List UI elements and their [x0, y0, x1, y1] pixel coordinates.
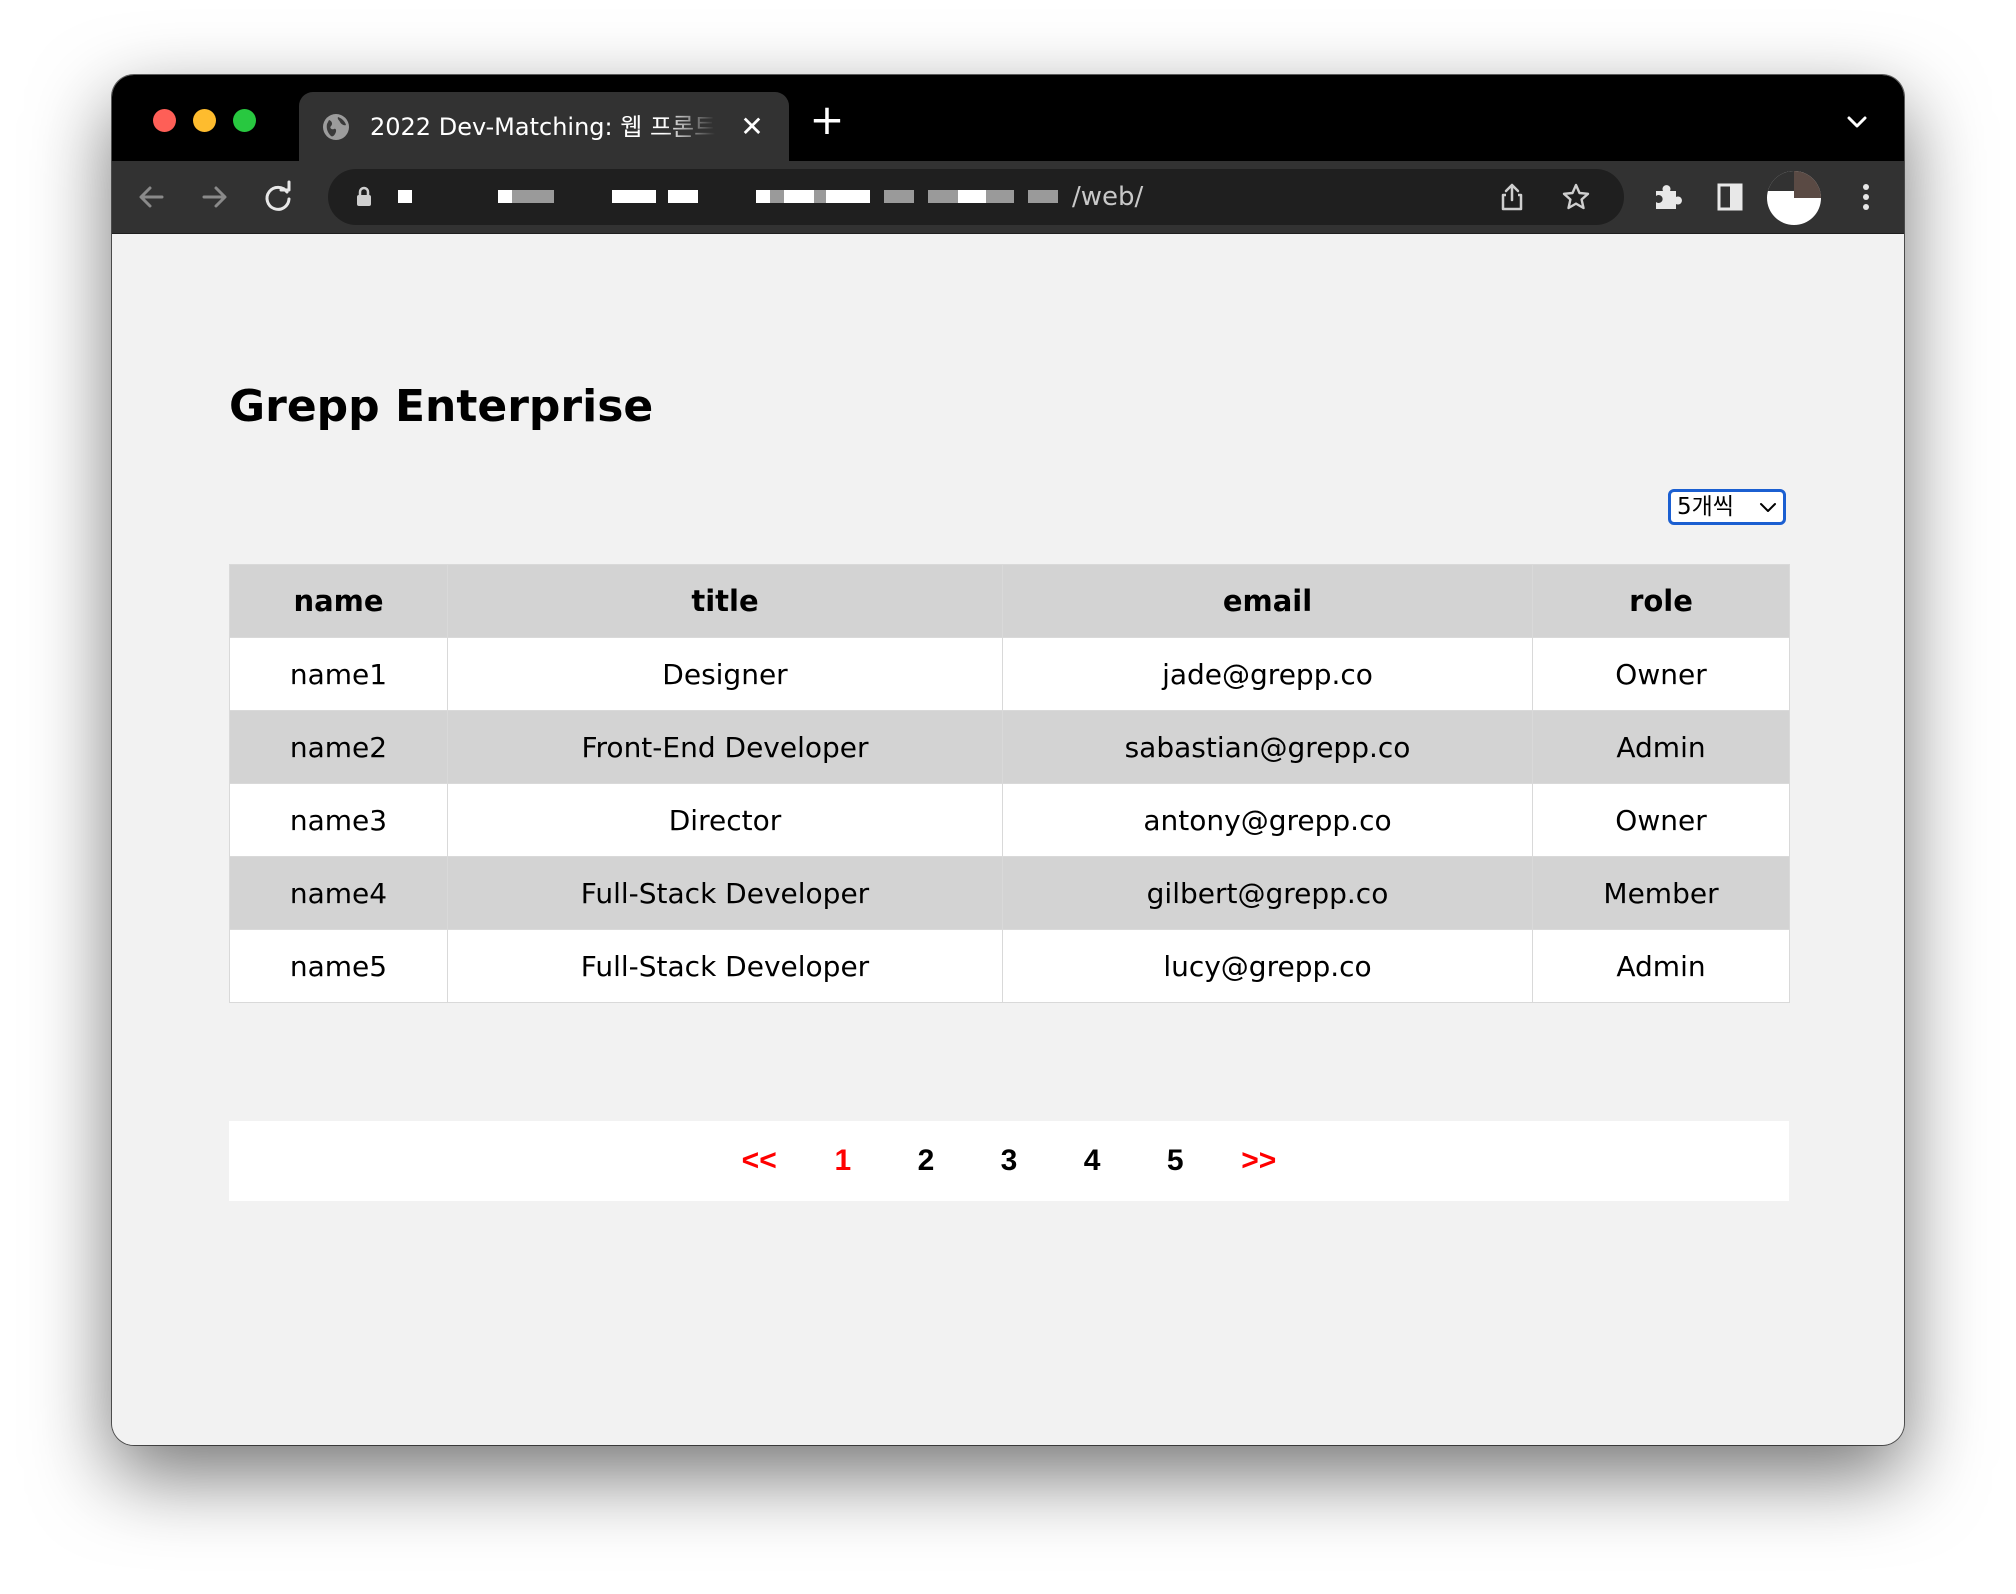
extensions-puzzle-icon[interactable]: [1646, 175, 1690, 219]
table-row: name5 Full-Stack Developer lucy@grepp.co…: [229, 929, 1790, 1003]
pagination-page-3[interactable]: 3: [992, 1121, 1026, 1201]
cell-email: antony@grepp.co: [1002, 783, 1533, 857]
redacted-url-segment: [668, 190, 698, 203]
cell-name: name1: [229, 637, 448, 711]
pagination-prev-button[interactable]: <<: [742, 1121, 777, 1201]
column-header-email: email: [1002, 564, 1533, 638]
table-row: name1 Designer jade@grepp.co Owner: [229, 637, 1790, 711]
redacted-url-segment: [884, 190, 914, 203]
pagination-page-1[interactable]: 1: [826, 1121, 860, 1201]
redacted-url-segment: [512, 190, 554, 203]
close-window-button[interactable]: [153, 109, 176, 132]
table-row: name2 Front-End Developer sabastian@grep…: [229, 710, 1790, 784]
cell-role: Admin: [1532, 929, 1790, 1003]
cell-email: gilbert@grepp.co: [1002, 856, 1533, 930]
cell-title: Designer: [447, 637, 1003, 711]
redacted-url-segment: [398, 190, 412, 203]
more-menu-icon[interactable]: [1844, 175, 1888, 219]
cell-role: Owner: [1532, 637, 1790, 711]
redacted-url-segment: [1028, 190, 1058, 203]
pagination-next-button[interactable]: >>: [1241, 1121, 1276, 1201]
cell-email: jade@grepp.co: [1002, 637, 1533, 711]
new-tab-button[interactable]: +: [802, 95, 852, 145]
lock-icon[interactable]: [350, 183, 378, 211]
forward-arrow-icon[interactable]: [192, 175, 236, 219]
cell-name: name3: [229, 783, 448, 857]
tab-close-icon[interactable]: ✕: [735, 110, 769, 144]
redacted-url-segment: [770, 190, 784, 203]
url-path: /web/: [1072, 182, 1144, 212]
redacted-url-segment: [756, 190, 770, 203]
side-panel-icon[interactable]: [1708, 175, 1752, 219]
chevron-down-icon: [1760, 503, 1776, 512]
redacted-url-segment: [826, 190, 870, 203]
redacted-url-segment: [928, 190, 958, 203]
cell-email: lucy@grepp.co: [1002, 929, 1533, 1003]
members-table: name title email role name1 Designer jad…: [229, 564, 1790, 1003]
cell-title: Full-Stack Developer: [447, 929, 1003, 1003]
redacted-url-segment: [784, 190, 814, 203]
cell-title: Director: [447, 783, 1003, 857]
reload-icon[interactable]: [256, 175, 300, 219]
table-row: name4 Full-Stack Developer gilbert@grepp…: [229, 856, 1790, 930]
cell-title: Full-Stack Developer: [447, 856, 1003, 930]
cell-role: Admin: [1532, 710, 1790, 784]
back-arrow-icon[interactable]: [130, 175, 174, 219]
pagination-page-4[interactable]: 4: [1075, 1121, 1109, 1201]
pagination: << 1 2 3 4 5 >>: [229, 1121, 1789, 1201]
address-bar[interactable]: /web/: [328, 169, 1624, 225]
share-icon[interactable]: [1496, 181, 1528, 213]
cell-role: Owner: [1532, 783, 1790, 857]
column-header-role: role: [1532, 564, 1790, 638]
minimize-window-button[interactable]: [193, 109, 216, 132]
cell-name: name2: [229, 710, 448, 784]
cell-role: Member: [1532, 856, 1790, 930]
cell-name: name5: [229, 929, 448, 1003]
redacted-url-segment: [986, 190, 1014, 203]
per-page-select[interactable]: 5개씩: [1668, 489, 1786, 525]
per-page-select-value: 5개씩: [1677, 494, 1734, 520]
table-row: name3 Director antony@grepp.co Owner: [229, 783, 1790, 857]
browser-toolbar: /web/: [112, 161, 1904, 234]
redacted-url-segment: [612, 190, 656, 203]
column-header-name: name: [229, 564, 448, 638]
chevron-down-icon[interactable]: [1840, 105, 1874, 139]
tab-title: 2022 Dev-Matching: 웹 프론트엔드: [370, 113, 715, 141]
browser-window: 2022 Dev-Matching: 웹 프론트엔드 ✕ +: [112, 75, 1904, 1445]
pagination-controls: << 1 2 3 4 5 >>: [229, 1121, 1789, 1201]
table-header-row: name title email role: [229, 564, 1790, 638]
globe-icon: [323, 114, 349, 140]
column-header-title: title: [447, 564, 1003, 638]
cell-title: Front-End Developer: [447, 710, 1003, 784]
bookmark-star-icon[interactable]: [1560, 181, 1592, 213]
page-title: Grepp Enterprise: [229, 381, 654, 432]
profile-avatar[interactable]: [1767, 171, 1821, 225]
redacted-url-segment: [958, 190, 986, 203]
cell-name: name4: [229, 856, 448, 930]
cell-email: sabastian@grepp.co: [1002, 710, 1533, 784]
tab-bar: 2022 Dev-Matching: 웹 프론트엔드 ✕ +: [112, 75, 1904, 161]
web-page: Grepp Enterprise 5개씩 name title email ro…: [112, 234, 1904, 1445]
avatar-shape: [1794, 171, 1821, 198]
pagination-page-2[interactable]: 2: [909, 1121, 943, 1201]
redacted-url-segment: [498, 190, 512, 203]
maximize-window-button[interactable]: [233, 109, 256, 132]
pagination-page-5[interactable]: 5: [1158, 1121, 1192, 1201]
redacted-url-segment: [814, 190, 826, 203]
active-tab[interactable]: 2022 Dev-Matching: 웹 프론트엔드 ✕: [299, 92, 789, 161]
